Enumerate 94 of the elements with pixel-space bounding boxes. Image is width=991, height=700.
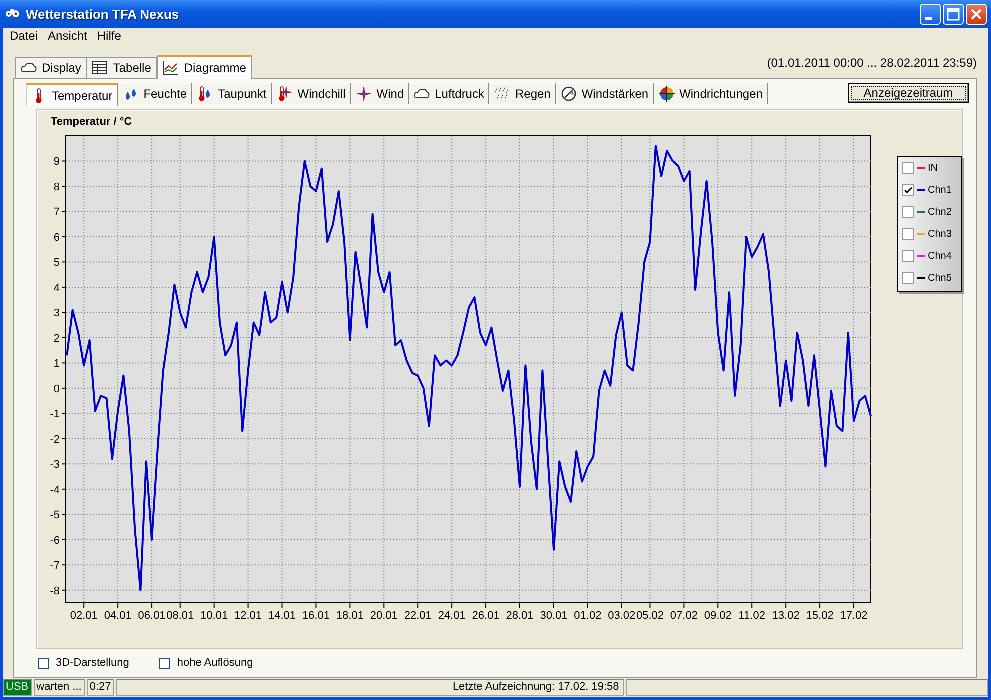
- checkbox[interactable]: [902, 162, 914, 174]
- axis-label: 4: [54, 282, 60, 294]
- date-range: (01.01.2011 00:00 ... 28.02.2011 23:59): [767, 56, 977, 72]
- checkbox[interactable]: [902, 206, 914, 218]
- tab[interactable]: Windrichtungen: [654, 83, 768, 104]
- tab[interactable]: Windchill: [272, 83, 351, 104]
- timer-text: 0:27: [86, 679, 114, 696]
- checkbox-label: 3D-Darstellung: [56, 657, 130, 669]
- axis-label: 9: [54, 156, 60, 168]
- legend-label: Chn5: [928, 272, 952, 284]
- tab[interactable]: Taupunkt: [193, 83, 272, 104]
- axis-label: 28.01: [506, 610, 534, 622]
- tab[interactable]: Display: [15, 57, 88, 78]
- status-text: warten ...: [34, 679, 85, 696]
- axis-label: 24.01: [438, 610, 466, 622]
- chart-title: Temperatur / °C: [51, 116, 134, 130]
- axis-label: 3: [54, 308, 60, 320]
- axis-label: 15.02: [806, 610, 834, 622]
- checkbox[interactable]: [902, 250, 914, 262]
- star-icon: [356, 86, 372, 102]
- axis-label: 6: [54, 232, 60, 244]
- compass-icon: [658, 86, 675, 102]
- connection-indicator: USB: [3, 679, 32, 696]
- axis-label: -4: [50, 484, 60, 496]
- last-record-text: Letzte Aufzeichnung: 17.02. 19:58: [116, 679, 624, 696]
- checkbox[interactable]: [902, 184, 914, 196]
- axis-label: 01.02: [574, 610, 602, 622]
- legend-label: Chn2: [928, 206, 952, 218]
- axis-label: 7: [54, 206, 60, 219]
- tab[interactable]: Regen: [490, 83, 556, 104]
- checkbox[interactable]: [902, 272, 914, 284]
- minimize-button[interactable]: [920, 4, 941, 24]
- axis-label: -3: [50, 459, 60, 472]
- legend-label: IN: [928, 162, 938, 174]
- axis-label: 11.02: [738, 610, 766, 622]
- axis-label: 07.02: [670, 610, 698, 622]
- tab[interactable]: Wind: [352, 83, 410, 104]
- window-title: Wetterstation TFA Nexus: [26, 6, 180, 22]
- checkbox-label: hohe Auflösung: [177, 657, 254, 669]
- axis-label: -2: [50, 434, 60, 446]
- axis-label: 1: [54, 358, 60, 370]
- axis-label: 8: [54, 181, 60, 194]
- tab[interactable]: Tabelle: [87, 57, 158, 78]
- axis-label: -8: [50, 585, 60, 598]
- axis-label: 2: [54, 332, 60, 345]
- menu-item[interactable]: Hilfe: [92, 29, 126, 43]
- legend-label: Chn4: [928, 250, 952, 262]
- axis-label: -7: [50, 560, 60, 572]
- axis-label: 14.01: [268, 610, 296, 622]
- axis-label: -1: [50, 408, 60, 421]
- checkmark-icon: [902, 184, 914, 196]
- axis-label: 30.01: [540, 610, 568, 622]
- axis-label: 22.01: [404, 610, 432, 622]
- axis-label: 18.01: [336, 610, 364, 622]
- maximize-icon: [947, 8, 960, 20]
- close-icon: [971, 8, 982, 20]
- tab[interactable]: Luftdruck: [410, 83, 490, 104]
- minimize-icon: [925, 16, 932, 20]
- checkbox[interactable]: [38, 658, 49, 668]
- axis-label: 10.01: [200, 610, 228, 622]
- chart-icon: [163, 60, 180, 76]
- menu-item[interactable]: Ansicht: [43, 29, 92, 43]
- legend-label: Chn1: [928, 184, 952, 196]
- axis-label: 26.01: [472, 610, 500, 622]
- tab[interactable]: Feuchte: [118, 83, 192, 104]
- tab[interactable]: Diagramme: [157, 55, 252, 79]
- gauge-icon: [560, 86, 577, 102]
- tab[interactable]: Windstärken: [556, 83, 654, 104]
- menu-item[interactable]: Datei: [5, 29, 44, 43]
- axis-label: 08.01: [166, 610, 194, 622]
- thermometer-star-icon: [276, 86, 293, 102]
- maximize-button[interactable]: [943, 4, 964, 24]
- axis-label: 06.01: [138, 610, 166, 622]
- axis-label: 03.02: [608, 610, 636, 622]
- checkbox[interactable]: [902, 228, 914, 240]
- axis-label: 05.02: [636, 610, 664, 622]
- axis-label: 09.02: [704, 610, 732, 622]
- axis-label: 13.02: [772, 610, 800, 622]
- checkbox[interactable]: [159, 658, 170, 668]
- close-button[interactable]: [966, 4, 987, 24]
- axis-label: 0: [54, 383, 60, 396]
- legend-label: Chn3: [928, 228, 952, 240]
- axis-label: 02.01: [70, 610, 98, 622]
- axis-label: 04.01: [104, 610, 132, 622]
- tab[interactable]: Temperatur: [26, 83, 118, 106]
- period-button[interactable]: Anzeigezeitraum: [848, 83, 969, 103]
- axis-label: -5: [50, 510, 60, 522]
- axis-label: -6: [50, 534, 60, 547]
- table-icon: [92, 60, 108, 76]
- axis-label: 5: [54, 257, 60, 270]
- axis-label: 17.02: [840, 610, 868, 622]
- axis-label: 12.01: [234, 610, 262, 622]
- axis-label: 16.01: [302, 610, 330, 622]
- axis-label: 20.01: [370, 610, 398, 622]
